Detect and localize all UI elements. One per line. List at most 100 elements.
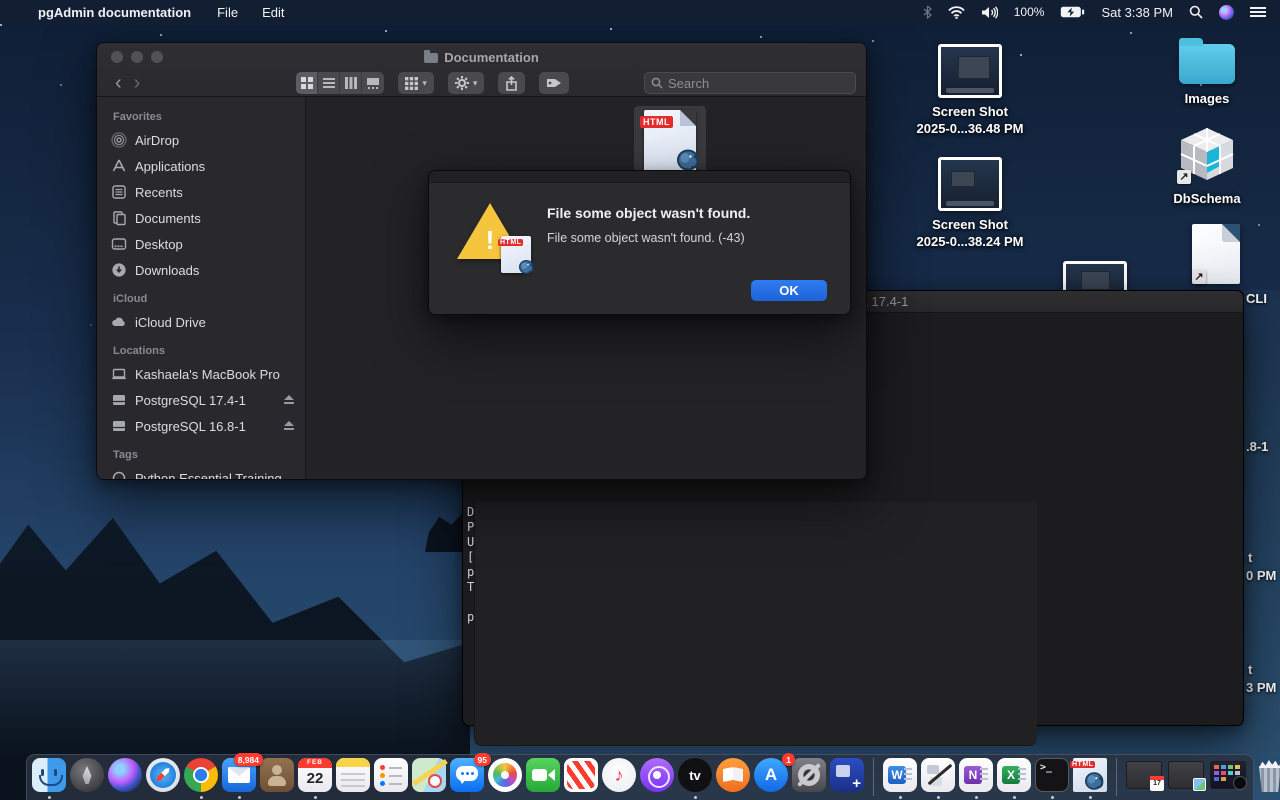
disk-icon	[111, 392, 127, 408]
desktop-icon-screenshot-2[interactable]: Screen Shot2025-0...38.24 PM	[905, 157, 1035, 250]
dock-item-diagram-app[interactable]	[921, 758, 955, 792]
photo-overlay	[1193, 778, 1206, 791]
dock-minimized-window-3[interactable]	[1210, 758, 1248, 789]
icon-view-button[interactable]	[296, 72, 318, 94]
sidebar-item-macbook[interactable]: Kashaela's MacBook Pro	[111, 361, 305, 387]
desktop-label-fragment: 3 PM	[1246, 680, 1276, 695]
gallery-view-button[interactable]	[362, 72, 384, 94]
dock-item-news[interactable]	[564, 758, 598, 792]
tags-button[interactable]	[539, 72, 569, 94]
group-by-button[interactable]: ▾	[398, 72, 434, 94]
running-indicator	[1051, 796, 1054, 799]
dock-minimized-window-2[interactable]	[1168, 758, 1206, 789]
dock[interactable]: 8,984 FEB22 95 ♪ tv A1 W N X >_ HTML 17	[26, 754, 1254, 800]
calendar-month: FEB	[298, 758, 332, 768]
back-button[interactable]: ‹	[109, 73, 128, 93]
search-field[interactable]: Search	[644, 72, 856, 94]
overlay-window	[474, 502, 1037, 746]
dock-item-pgadmin-documentation[interactable]: HTML	[1073, 758, 1107, 792]
sidebar-item-applications[interactable]: Applications	[111, 153, 305, 179]
notification-center-icon[interactable]	[1250, 6, 1266, 18]
disk-icon	[111, 418, 127, 434]
sidebar-item-documents[interactable]: Documents	[111, 205, 305, 231]
dock-item-trash[interactable]	[1252, 758, 1280, 792]
dock-item-terminal[interactable]: >_	[1035, 758, 1069, 792]
alert-dialog[interactable]: ! HTML File some object wasn't found. Fi…	[428, 170, 851, 315]
spotlight-search-icon[interactable]	[1189, 5, 1203, 19]
sidebar-label: Kashaela's MacBook Pro	[135, 367, 280, 382]
desktop-icon-dbschema[interactable]: ↗ DbSchema	[1157, 126, 1257, 207]
share-button[interactable]	[498, 72, 525, 94]
siri-icon[interactable]	[1219, 5, 1234, 20]
menu-bar[interactable]: pgAdmin documentation File Edit 100% Sat…	[0, 0, 1280, 24]
running-indicator	[694, 796, 697, 799]
forward-button[interactable]: ›	[128, 73, 147, 93]
desktop-icon-screenshot-1[interactable]: Screen Shot2025-0...36.48 PM	[905, 44, 1035, 137]
dialog-message: File some object wasn't found. (-43)	[547, 231, 745, 245]
dock-item-word[interactable]: W	[883, 758, 917, 792]
dock-item-notes[interactable]	[336, 758, 370, 792]
sidebar-item-recents[interactable]: Recents	[111, 179, 305, 205]
dock-item-mail[interactable]: 8,984	[222, 758, 256, 792]
desktop-icon-cli[interactable]: ↗	[1192, 224, 1240, 284]
dock-item-reminders[interactable]	[374, 758, 408, 792]
sidebar-item-postgresql-17[interactable]: PostgreSQL 17.4-1	[111, 387, 305, 413]
sidebar-section-locations: Locations	[113, 345, 305, 357]
desktop-label-fragment: t	[1248, 662, 1252, 677]
wifi-icon[interactable]	[948, 6, 965, 19]
view-mode-segmented-control[interactable]	[296, 72, 384, 94]
dock-item-photos[interactable]	[488, 758, 522, 792]
dock-item-calendar[interactable]: FEB22	[298, 758, 332, 792]
sidebar-item-downloads[interactable]: Downloads	[111, 257, 305, 283]
dock-item-appletv[interactable]: tv	[678, 758, 712, 792]
column-view-button[interactable]	[340, 72, 362, 94]
menu-bar-clock[interactable]: Sat 3:38 PM	[1101, 5, 1173, 20]
finder-sidebar[interactable]: Favorites AirDrop Applications Recents D…	[97, 97, 306, 479]
dock-separator	[1116, 758, 1117, 796]
list-view-button[interactable]	[318, 72, 340, 94]
sidebar-item-airdrop[interactable]: AirDrop	[111, 127, 305, 153]
eject-icon[interactable]	[283, 421, 295, 431]
menu-file[interactable]: File	[217, 5, 238, 20]
menu-edit[interactable]: Edit	[262, 5, 284, 20]
app-menu-title[interactable]: pgAdmin documentation	[38, 5, 191, 20]
sidebar-item-postgresql-16[interactable]: PostgreSQL 16.8-1	[111, 413, 305, 439]
volume-icon[interactable]	[981, 6, 998, 19]
dock-item-system-preferences[interactable]	[792, 758, 826, 792]
dock-item-appstore[interactable]: A1	[754, 758, 788, 792]
running-indicator	[238, 796, 241, 799]
eject-icon[interactable]	[283, 395, 295, 405]
dock-item-installer[interactable]	[830, 758, 864, 792]
bluetooth-icon[interactable]	[923, 5, 932, 19]
html-badge: HTML	[640, 116, 673, 128]
action-menu-button[interactable]: ▾	[448, 72, 485, 94]
dialog-title: File some object wasn't found.	[547, 205, 750, 221]
sidebar-label: Python Essential Training	[135, 471, 282, 480]
dock-item-siri[interactable]	[108, 758, 142, 792]
sidebar-item-icloud-drive[interactable]: iCloud Drive	[111, 309, 305, 335]
desktop-icon-images-folder[interactable]: Images	[1152, 36, 1262, 107]
dock-item-messages[interactable]: 95	[450, 758, 484, 792]
alias-arrow-icon: ↗	[1177, 170, 1191, 184]
dock-item-launchpad[interactable]	[70, 758, 104, 792]
battery-icon[interactable]	[1060, 6, 1085, 18]
dock-minimized-window-1[interactable]: 17	[1126, 758, 1164, 789]
dock-item-books[interactable]	[716, 758, 750, 792]
dock-item-onenote[interactable]: N	[959, 758, 993, 792]
dock-item-maps[interactable]	[412, 758, 446, 792]
dock-item-excel[interactable]: X	[997, 758, 1031, 792]
dock-item-safari[interactable]	[146, 758, 180, 792]
tag-icon	[546, 77, 562, 89]
sidebar-item-desktop[interactable]: Desktop	[111, 231, 305, 257]
dock-item-facetime[interactable]	[526, 758, 560, 792]
dock-item-chrome[interactable]	[184, 758, 218, 792]
dock-item-music[interactable]: ♪	[602, 758, 636, 792]
dock-item-podcasts[interactable]	[640, 758, 674, 792]
sidebar-item-tag[interactable]: Python Essential Training	[111, 465, 305, 479]
ok-button[interactable]: OK	[751, 280, 827, 301]
laptop-icon	[111, 366, 127, 382]
dock-item-finder[interactable]	[32, 758, 66, 792]
finder-titlebar[interactable]: Documentation ‹ › ▾ ▾	[97, 43, 866, 97]
dock-item-contacts[interactable]	[260, 758, 294, 792]
selected-file-icon: HTML	[634, 106, 706, 178]
